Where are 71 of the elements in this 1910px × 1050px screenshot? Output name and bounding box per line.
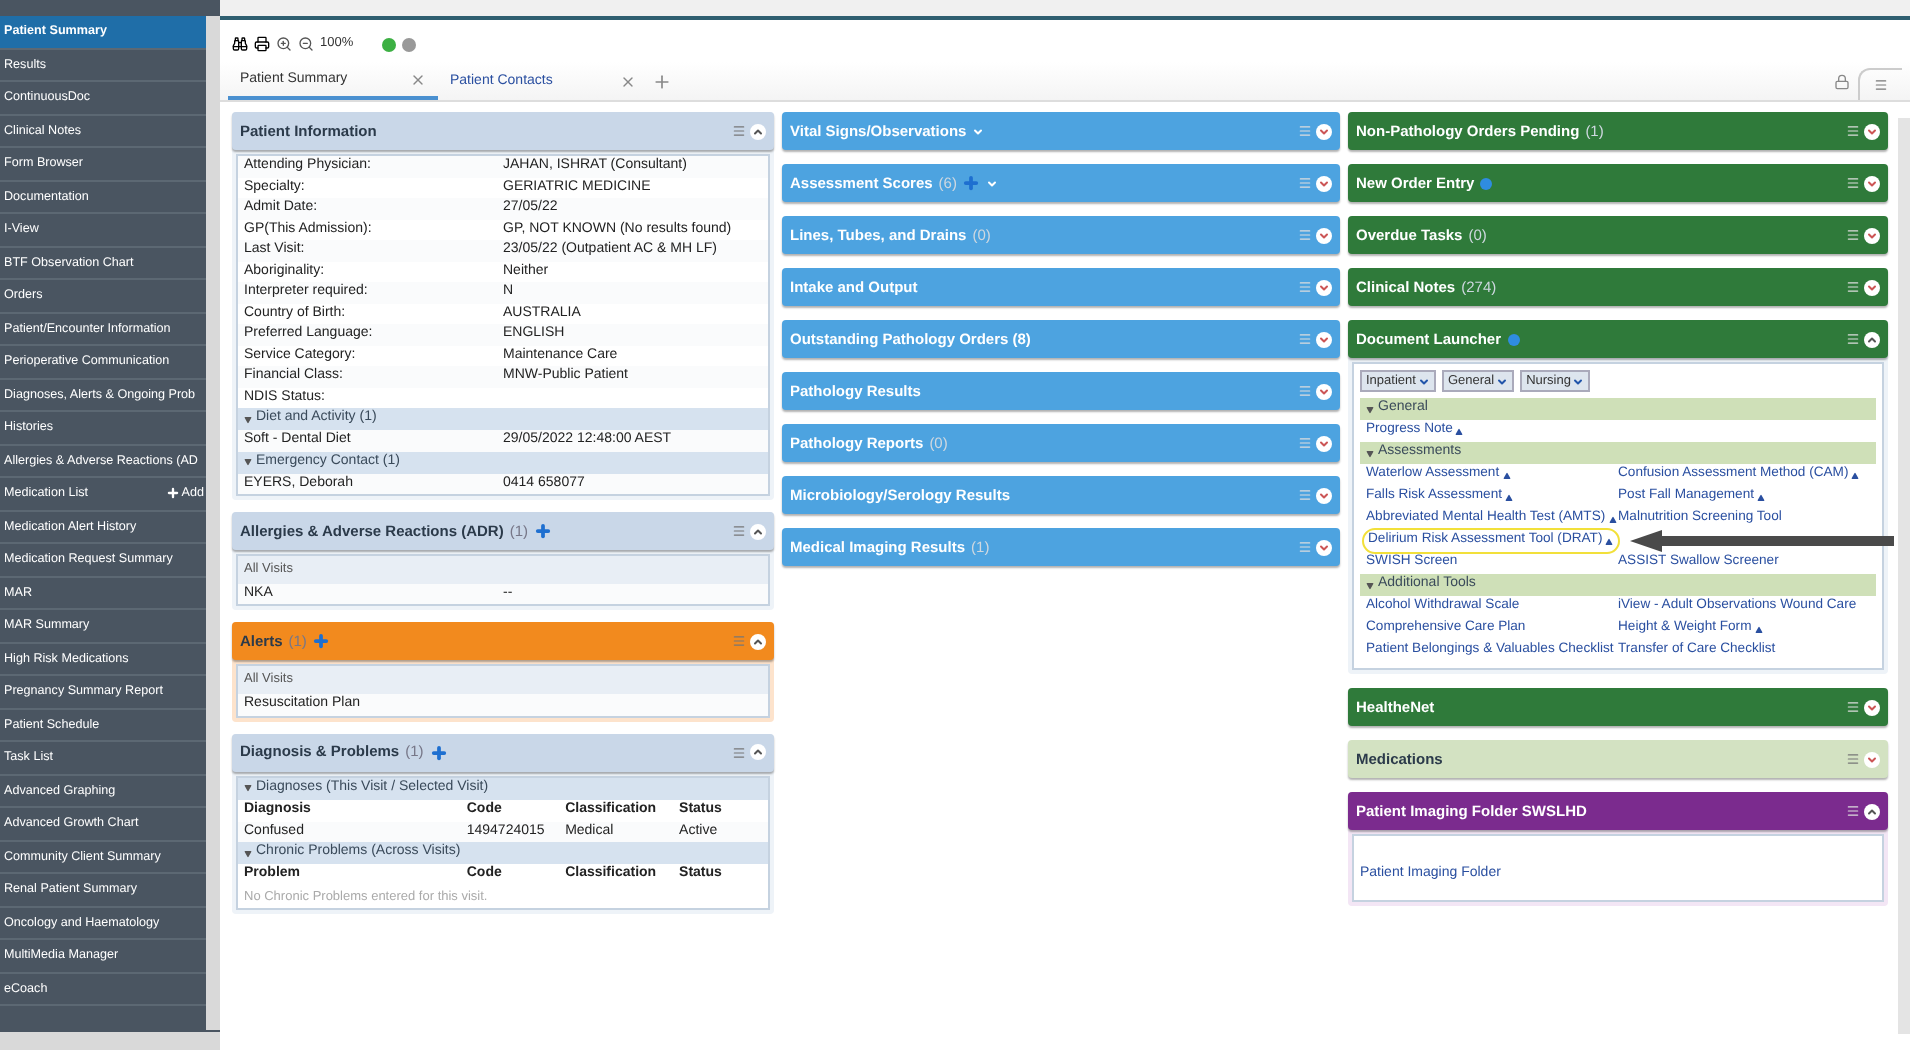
collapse-toggle[interactable]: [1864, 699, 1880, 715]
zoom-out-icon[interactable]: [298, 36, 314, 52]
collapse-toggle[interactable]: [1316, 331, 1332, 347]
new-tab-icon[interactable]: [652, 72, 672, 92]
menu-icon[interactable]: [1846, 176, 1860, 190]
collapse-icon: [1366, 405, 1374, 413]
menu-icon[interactable]: [1298, 176, 1312, 190]
menu-icon: [1874, 78, 1888, 92]
caret-icon: [1572, 375, 1585, 387]
caret-icon: [1496, 375, 1509, 387]
collapse-toggle[interactable]: [1316, 383, 1332, 399]
menu-icon[interactable]: [1846, 332, 1860, 346]
collapse-icon: [244, 415, 252, 423]
lock-icon[interactable]: [1834, 74, 1850, 90]
menu-icon[interactable]: [1298, 280, 1312, 294]
collapse-icon: [244, 458, 252, 466]
collapse-toggle[interactable]: [1316, 539, 1332, 555]
scrollbar[interactable]: [206, 16, 220, 1030]
collapse-toggle[interactable]: [1316, 487, 1332, 503]
add-icon[interactable]: [962, 174, 981, 192]
collapse-toggle[interactable]: [750, 523, 766, 539]
menu-icon[interactable]: [1298, 540, 1312, 554]
collapse-toggle[interactable]: [1316, 175, 1332, 191]
plus-icon: [165, 486, 180, 501]
collapse-toggle[interactable]: [1864, 175, 1880, 191]
menu-icon[interactable]: [1298, 332, 1312, 346]
add-icon[interactable]: [312, 632, 331, 651]
collapse-icon: [244, 784, 252, 792]
add-icon[interactable]: [429, 743, 448, 761]
print-icon[interactable]: [254, 36, 270, 52]
close-icon[interactable]: [620, 74, 636, 90]
collapse-toggle[interactable]: [1316, 279, 1332, 295]
collapse-toggle[interactable]: [1864, 751, 1880, 767]
collapse-toggle[interactable]: [1864, 279, 1880, 295]
dropdown-icon[interactable]: [972, 125, 985, 137]
menu-icon[interactable]: [1846, 752, 1860, 766]
menu-icon[interactable]: [1298, 384, 1312, 398]
scrollbar[interactable]: [0, 1032, 220, 1050]
collapse-icon: [1366, 449, 1374, 457]
menu-icon[interactable]: [1298, 228, 1312, 242]
find-icon[interactable]: [232, 36, 248, 52]
scrollbar[interactable]: [1898, 118, 1910, 1034]
add-icon[interactable]: [534, 522, 553, 540]
dropdown-icon[interactable]: [986, 177, 999, 189]
close-icon[interactable]: [410, 72, 426, 88]
menu-icon[interactable]: [1298, 436, 1312, 450]
collapse-toggle[interactable]: [1864, 123, 1880, 139]
menu-icon[interactable]: [1846, 700, 1860, 714]
collapse-toggle[interactable]: [1316, 227, 1332, 243]
collapse-toggle[interactable]: [750, 123, 766, 139]
menu-icon[interactable]: [1846, 280, 1860, 294]
menu-icon[interactable]: [1846, 228, 1860, 242]
collapse-icon: [244, 849, 252, 857]
menu-icon[interactable]: [1298, 488, 1312, 502]
caret-icon: [1417, 375, 1430, 387]
menu-icon[interactable]: [732, 524, 746, 538]
menu-icon[interactable]: [732, 745, 746, 759]
menu-icon[interactable]: [1846, 804, 1860, 818]
collapse-toggle[interactable]: [750, 744, 766, 760]
menu-icon[interactable]: [1846, 124, 1860, 138]
collapse-toggle[interactable]: [1316, 435, 1332, 451]
collapse-icon: [1366, 581, 1374, 589]
collapse-toggle[interactable]: [1864, 803, 1880, 819]
zoom-in-icon[interactable]: [276, 36, 292, 52]
collapse-toggle[interactable]: [1316, 123, 1332, 139]
collapse-toggle[interactable]: [1864, 331, 1880, 347]
menu-icon[interactable]: [732, 124, 746, 138]
collapse-toggle[interactable]: [750, 633, 766, 650]
menu-icon[interactable]: [1298, 124, 1312, 138]
page-menu-tab[interactable]: [1858, 68, 1902, 100]
collapse-toggle[interactable]: [1864, 227, 1880, 243]
